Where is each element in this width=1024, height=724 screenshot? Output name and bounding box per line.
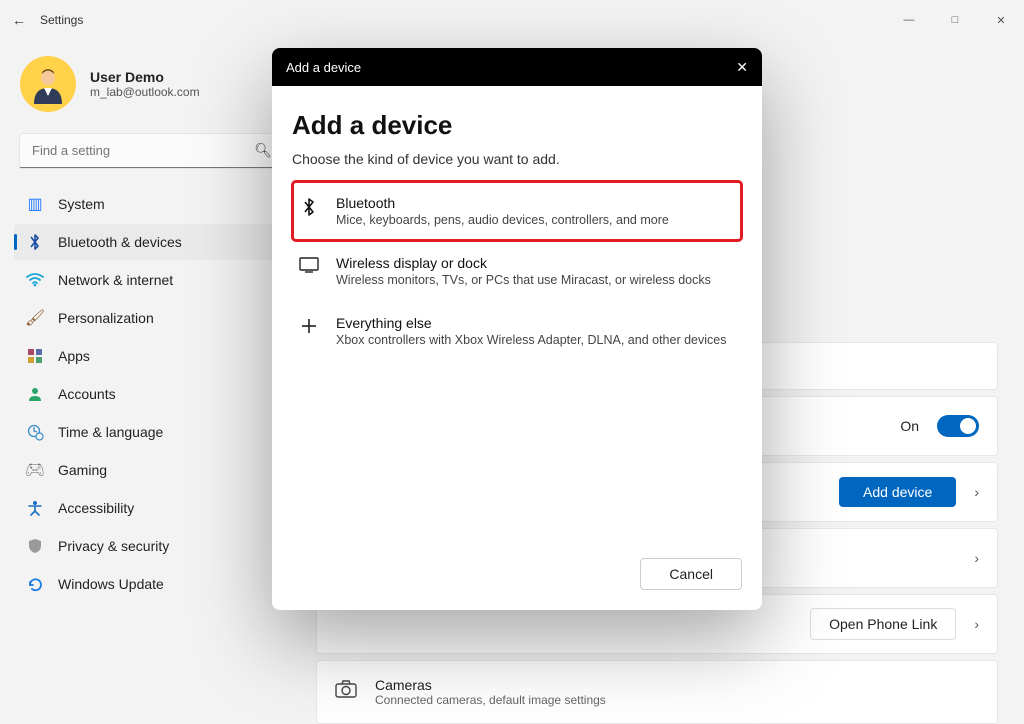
bluetooth-icon (298, 197, 320, 217)
device-option-title: Everything else (336, 315, 726, 331)
device-option-bluetooth[interactable]: Bluetooth Mice, keyboards, pens, audio d… (292, 181, 742, 241)
add-device-dialog: Add a device ✕ Add a device Choose the k… (272, 48, 762, 610)
device-option-wireless-display[interactable]: Wireless display or dock Wireless monito… (292, 241, 742, 301)
device-option-desc: Mice, keyboards, pens, audio devices, co… (336, 213, 669, 227)
display-icon (298, 257, 320, 273)
device-option-title: Wireless display or dock (336, 255, 711, 271)
close-icon[interactable]: ✕ (736, 59, 748, 76)
dialog-header: Add a device ✕ (272, 48, 762, 86)
dialog-header-title: Add a device (286, 60, 361, 75)
device-option-title: Bluetooth (336, 195, 669, 211)
cameras-subtitle: Connected cameras, default image setting… (375, 693, 606, 707)
device-option-desc: Xbox controllers with Xbox Wireless Adap… (336, 333, 726, 347)
dialog-title: Add a device (292, 110, 742, 141)
device-option-everything-else[interactable]: Everything else Xbox controllers with Xb… (292, 301, 742, 361)
modal-overlay: Add a device ✕ Add a device Choose the k… (0, 0, 1024, 694)
device-option-desc: Wireless monitors, TVs, or PCs that use … (336, 273, 711, 287)
dialog-subtitle: Choose the kind of device you want to ad… (292, 151, 742, 167)
plus-icon (298, 317, 320, 335)
cancel-button[interactable]: Cancel (640, 558, 742, 590)
